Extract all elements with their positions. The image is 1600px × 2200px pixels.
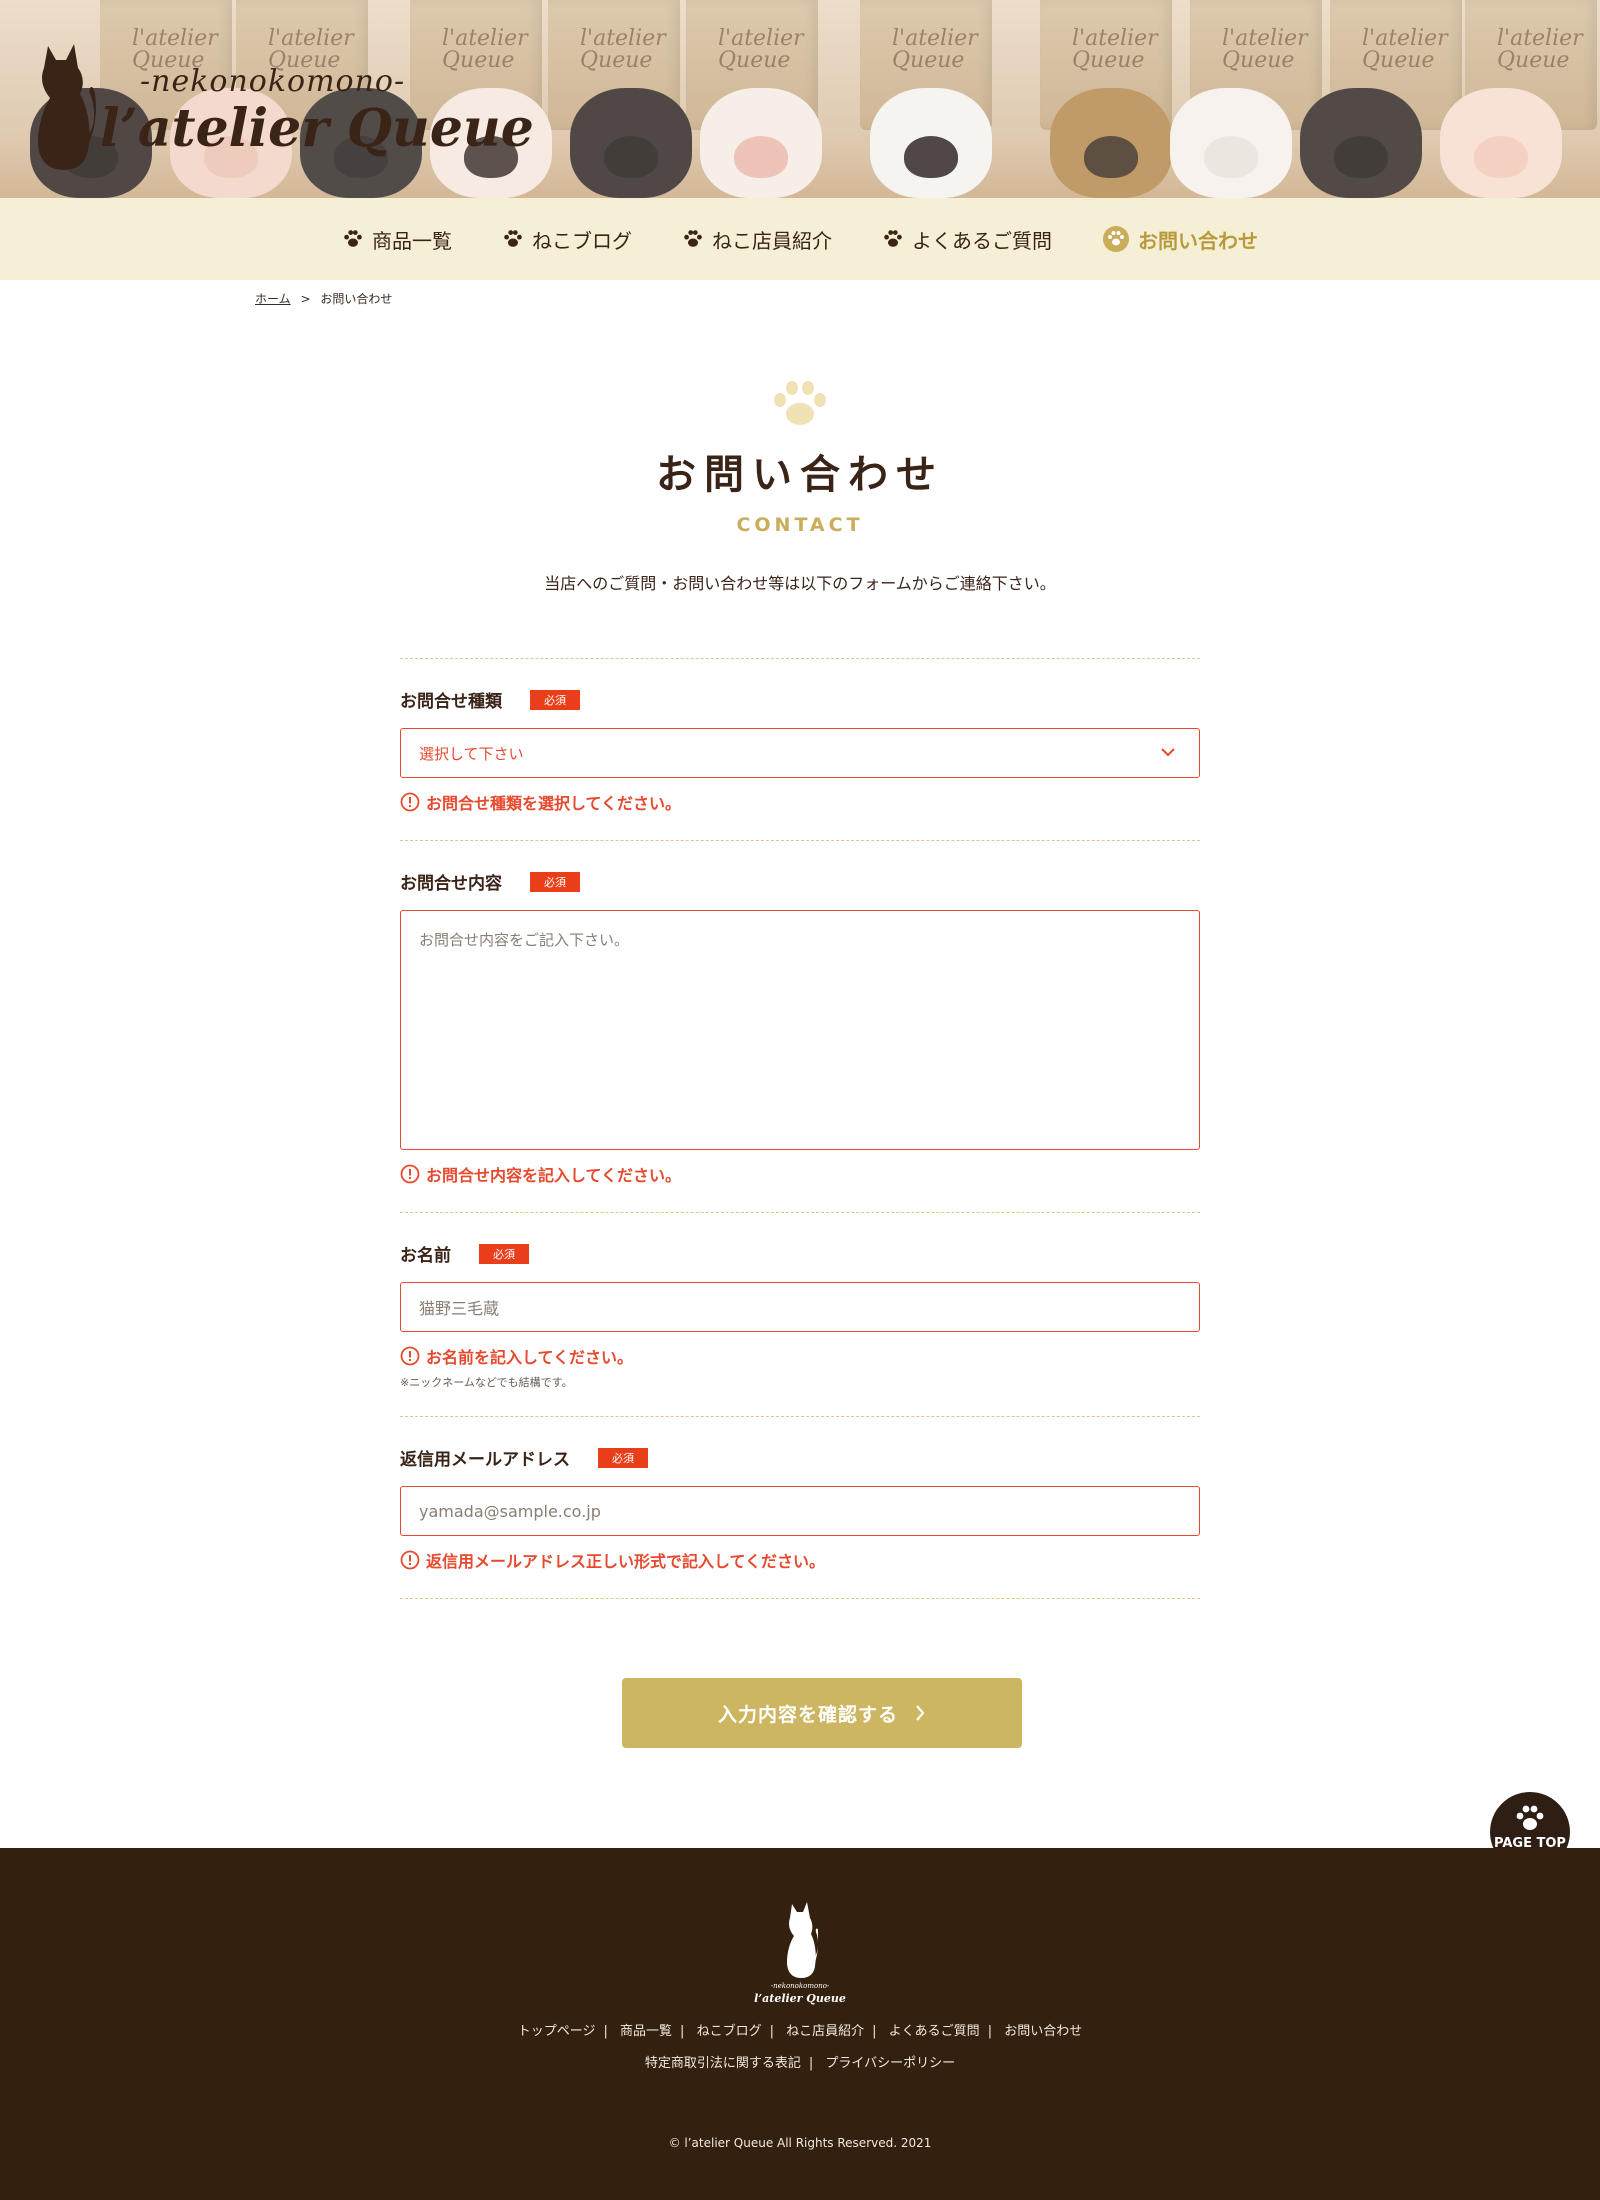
nav-item-products[interactable]: 商品一覧	[342, 225, 452, 254]
required-badge: 必須	[598, 1447, 648, 1468]
footer-legal-links: 特定商取引法に関する表記 | プライバシーポリシー	[644, 2056, 956, 2071]
footer-logo[interactable]: -nekonokomono- l’atelier Queue	[754, 1900, 846, 2010]
page-subtitle: CONTACT	[736, 514, 864, 536]
field-inquiry-type: お問合せ種類 必須 選択して下さい お問合せ種類を選択してください。	[400, 658, 1200, 840]
nav-item-staff[interactable]: ねこ店員紹介	[682, 225, 832, 254]
required-badge: 必須	[479, 1243, 529, 1264]
paw-circle-icon	[1103, 226, 1129, 252]
name-input[interactable]: 猫野三毛蔵	[400, 1282, 1200, 1332]
required-badge: 必須	[530, 871, 580, 892]
footer-link[interactable]: ねこ店員紹介	[786, 2024, 864, 2039]
footer-link[interactable]: お問い合わせ	[1004, 2024, 1082, 2039]
footer-link[interactable]: トップページ	[518, 2024, 596, 2039]
field-label: お問合せ内容	[400, 874, 502, 894]
site-logo[interactable]: -nekonokomono- l’atelier Queue	[30, 30, 534, 180]
main-nav: 商品一覧 ねこブログ ねこ店員紹介 よくあるご質問 お問い合わせ	[0, 198, 1600, 280]
breadcrumb-home-link[interactable]: ホーム	[255, 292, 291, 306]
field-name: お名前 必須 猫野三毛蔵 お名前を記入してください。 ※ニックネームなどでも結構…	[400, 1212, 1200, 1416]
footer-links: トップページ | 商品一覧 | ねこブログ | ねこ店員紹介 | よくあるご質問 | お問…	[517, 2024, 1083, 2039]
paw-icon	[774, 381, 826, 425]
page-lead: 当店へのご質問・お問い合わせ等は以下のフォームからご連絡下さい。	[544, 574, 1056, 593]
field-label: お名前	[400, 1246, 451, 1266]
alert-icon	[400, 1346, 420, 1366]
site-footer: -nekonokomono- l’atelier Queue トップページ | 商…	[0, 1848, 1600, 2200]
inquiry-type-select[interactable]: 選択して下さい	[400, 728, 1200, 778]
field-label: 返信用メールアドレス	[400, 1450, 570, 1470]
paw-icon	[684, 230, 702, 247]
copyright: © l’atelier Queue All Rights Reserved. 2…	[668, 2136, 932, 2150]
chevron-right-icon	[916, 1705, 925, 1721]
header-hero: l'atelier Queue l'atelier Queue l'atelie…	[0, 0, 1600, 198]
chevron-down-icon	[1161, 748, 1175, 757]
paw-icon	[344, 230, 362, 247]
alert-icon	[400, 1164, 420, 1184]
error-message: お問合せ種類を選択してください。	[400, 790, 1200, 814]
email-input[interactable]: yamada@sample.co.jp	[400, 1486, 1200, 1536]
footer-link[interactable]: 商品一覧	[620, 2024, 672, 2039]
error-message: お名前を記入してください。	[400, 1344, 1200, 1368]
nav-item-faq[interactable]: よくあるご質問	[882, 225, 1052, 254]
field-label: お問合せ種類	[400, 692, 502, 712]
page-title: お問い合わせ	[656, 452, 944, 498]
required-badge: 必須	[530, 689, 580, 710]
paw-icon	[1516, 1805, 1544, 1830]
breadcrumb-current: お問い合わせ	[320, 292, 393, 306]
breadcrumb: ホーム > お問い合わせ	[255, 290, 392, 307]
inquiry-content-textarea[interactable]: お問合せ内容をご記入下さい。	[400, 910, 1200, 1150]
confirm-button[interactable]: 入力内容を確認する	[622, 1678, 1022, 1748]
page-title-section: お問い合わせ CONTACT 当店へのご質問・お問い合わせ等は以下のフォームから…	[0, 380, 1600, 594]
field-inquiry-content: お問合せ内容 必須 お問合せ内容をご記入下さい。 お問合せ内容を記入してください…	[400, 840, 1200, 1212]
footer-link[interactable]: 特定商取引法に関する表記	[645, 2056, 801, 2071]
contact-form: お問合せ種類 必須 選択して下さい お問合せ種類を選択してください。 お問合せ内…	[400, 658, 1200, 1599]
error-message: お問合せ内容を記入してください。	[400, 1162, 1200, 1186]
footer-link[interactable]: ねこブログ	[697, 2024, 762, 2039]
footer-link[interactable]: よくあるご質問	[889, 2024, 980, 2039]
breadcrumb-separator: >	[300, 292, 311, 306]
logo-subtitle: -nekonokomono-	[140, 64, 406, 99]
nav-item-contact[interactable]: お問い合わせ	[1102, 225, 1258, 254]
footer-link[interactable]: プライバシーポリシー	[825, 2056, 955, 2071]
alert-icon	[400, 792, 420, 812]
paw-icon	[504, 230, 522, 247]
logo-title: l’atelier Queue	[100, 98, 534, 159]
cat-silhouette-icon	[38, 44, 96, 170]
alert-icon	[400, 1550, 420, 1570]
error-message: 返信用メールアドレス正しい形式で記入してください。	[400, 1548, 1200, 1572]
paw-icon	[884, 230, 902, 247]
cat-silhouette-icon	[787, 1902, 818, 1978]
field-note: ※ニックネームなどでも結構です。	[400, 1376, 573, 1389]
nav-item-blog[interactable]: ねこブログ	[502, 225, 632, 254]
field-email: 返信用メールアドレス 必須 yamada@sample.co.jp 返信用メール…	[400, 1416, 1200, 1599]
